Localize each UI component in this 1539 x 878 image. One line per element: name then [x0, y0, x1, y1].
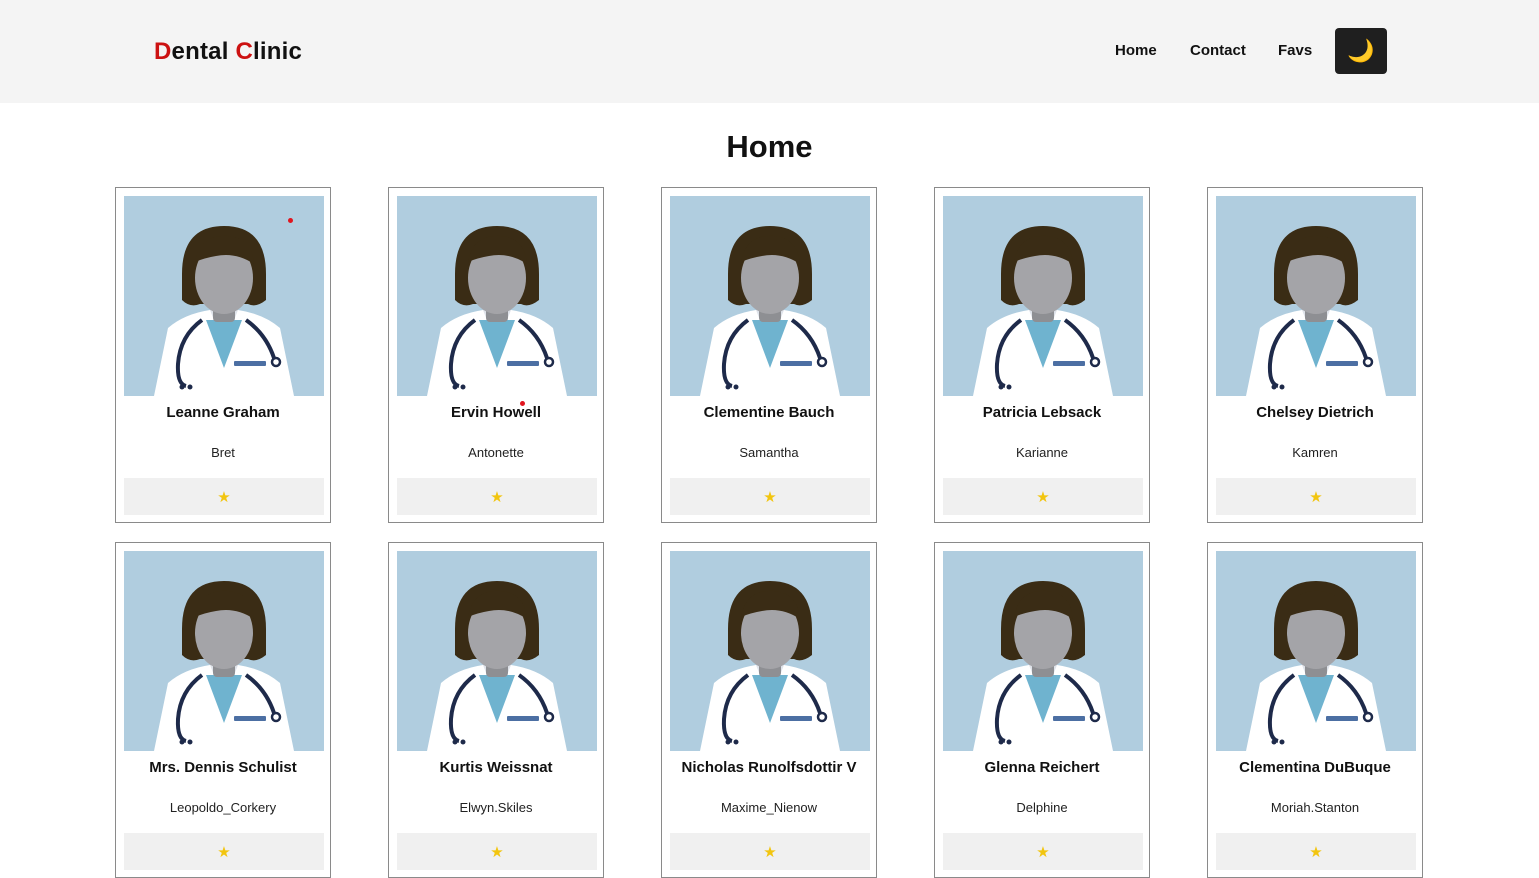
- dentist-card[interactable]: Clementina DuBuque Moriah.Stanton ★: [1207, 542, 1423, 878]
- dentist-username: Samantha: [739, 445, 799, 460]
- star-icon: ★: [1036, 488, 1050, 506]
- star-icon: ★: [217, 843, 231, 861]
- add-favorite-button[interactable]: ★: [124, 478, 324, 515]
- star-icon: ★: [217, 488, 231, 506]
- nav-home-link[interactable]: Home: [1115, 42, 1157, 60]
- star-icon: ★: [490, 488, 504, 506]
- add-favorite-button[interactable]: ★: [670, 833, 870, 870]
- star-icon: ★: [1309, 488, 1323, 506]
- dentist-name: Ervin Howell: [450, 404, 542, 421]
- add-favorite-button[interactable]: ★: [943, 833, 1143, 870]
- dentist-username: Delphine: [1016, 800, 1068, 815]
- dentist-name: Nicholas Runolfsdottir V: [681, 759, 857, 776]
- dentist-card[interactable]: Leanne Graham Bret ★: [115, 187, 331, 523]
- dentist-name: Leanne Graham: [166, 404, 280, 421]
- logo-word-linic: linic: [252, 38, 302, 65]
- dentist-card[interactable]: Clementine Bauch Samantha ★: [661, 187, 877, 523]
- dentist-username: Kamren: [1292, 445, 1338, 460]
- dentist-username: Elwyn.Skiles: [459, 800, 533, 815]
- logo-initial-c: C: [235, 38, 253, 65]
- doctor-avatar-image: [1216, 551, 1416, 751]
- doctor-avatar-image: [124, 551, 324, 751]
- nav-contact-link[interactable]: Contact: [1190, 42, 1246, 60]
- star-icon: ★: [763, 488, 777, 506]
- dentist-name: Clementine Bauch: [703, 404, 835, 421]
- dentist-card[interactable]: Kurtis Weissnat Elwyn.Skiles ★: [388, 542, 604, 878]
- dentist-username: Maxime_Nienow: [720, 800, 818, 815]
- theme-toggle-button[interactable]: 🌙: [1335, 28, 1387, 74]
- nav-favs-link[interactable]: Favs: [1278, 42, 1312, 60]
- add-favorite-button[interactable]: ★: [124, 833, 324, 870]
- dentist-username: Antonette: [468, 445, 524, 460]
- dentist-username: Karianne: [1015, 445, 1069, 460]
- dentist-name: Patricia Lebsack: [982, 404, 1102, 421]
- dentist-card[interactable]: Nicholas Runolfsdottir V Maxime_Nienow ★: [661, 542, 877, 878]
- moon-icon: 🌙: [1347, 38, 1375, 63]
- logo-initial-d: D: [154, 38, 172, 65]
- add-favorite-button[interactable]: ★: [397, 478, 597, 515]
- red-dot-marker: [520, 401, 525, 406]
- add-favorite-button[interactable]: ★: [397, 833, 597, 870]
- dentist-card[interactable]: Ervin Howell Antonette ★: [388, 187, 604, 523]
- doctor-avatar-image: [943, 196, 1143, 396]
- star-icon: ★: [1036, 843, 1050, 861]
- star-icon: ★: [1309, 843, 1323, 861]
- dentist-name: Kurtis Weissnat: [439, 759, 553, 776]
- doctor-avatar-image: [124, 196, 324, 396]
- star-icon: ★: [490, 843, 504, 861]
- dentist-username: Bret: [211, 445, 235, 460]
- dentist-name: Mrs. Dennis Schulist: [149, 759, 297, 776]
- page-title: Home: [726, 129, 813, 164]
- dentist-card[interactable]: Patricia Lebsack Karianne ★: [934, 187, 1150, 523]
- add-favorite-button[interactable]: ★: [670, 478, 870, 515]
- doctor-avatar-image: [397, 196, 597, 396]
- doctor-avatar-image: [1216, 196, 1416, 396]
- add-favorite-button[interactable]: ★: [1216, 833, 1416, 870]
- dentist-name: Chelsey Dietrich: [1256, 404, 1374, 421]
- add-favorite-button[interactable]: ★: [1216, 478, 1416, 515]
- logo-word-ental: ental: [171, 38, 236, 65]
- dentist-username: Leopoldo_Corkery: [169, 800, 277, 815]
- add-favorite-button[interactable]: ★: [943, 478, 1143, 515]
- site-logo[interactable]: Dental Clinic: [154, 38, 302, 66]
- doctor-avatar-image: [397, 551, 597, 751]
- red-dot-marker: [288, 218, 293, 223]
- dentist-name: Clementina DuBuque: [1239, 759, 1391, 776]
- doctor-avatar-image: [943, 551, 1143, 751]
- dentist-card[interactable]: Chelsey Dietrich Kamren ★: [1207, 187, 1423, 523]
- dentist-card[interactable]: Mrs. Dennis Schulist Leopoldo_Corkery ★: [115, 542, 331, 878]
- navbar: Dental Clinic Home Contact Favs 🌙: [0, 0, 1539, 103]
- doctor-avatar-image: [670, 551, 870, 751]
- dentist-card[interactable]: Glenna Reichert Delphine ★: [934, 542, 1150, 878]
- star-icon: ★: [763, 843, 777, 861]
- dentist-username: Moriah.Stanton: [1270, 800, 1360, 815]
- dentist-name: Glenna Reichert: [984, 759, 1100, 776]
- doctor-avatar-image: [670, 196, 870, 396]
